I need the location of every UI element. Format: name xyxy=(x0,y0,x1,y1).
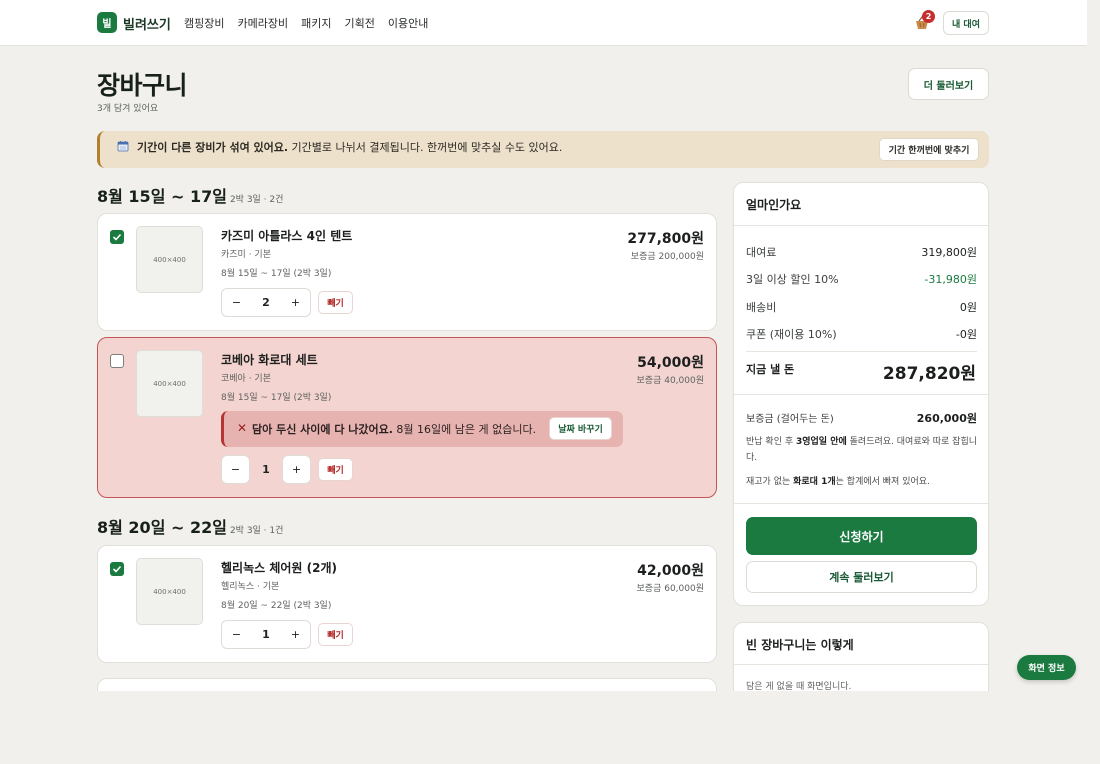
item-deposit: 보증금 40,000원 xyxy=(636,376,704,386)
item-brand: 카즈미 · 기본 xyxy=(221,250,271,260)
quantity-value: 1 xyxy=(262,463,270,476)
nav-item-camera[interactable]: 카메라장비 xyxy=(237,15,288,31)
nav-item-camping[interactable]: 캠핑장비 xyxy=(184,15,224,31)
minus-button[interactable]: − xyxy=(221,455,250,484)
stock-note: 재고가 없는 화로대 1개는 합계에서 빠져 있어요. xyxy=(746,477,930,487)
cart-item: 400×400 헬리녹스 체어원 (2개) 헬리녹스 · 기본 8월 20일 ~… xyxy=(97,545,717,663)
brand-name[interactable]: 빌려쓰기 xyxy=(123,14,171,33)
item-thumbnail[interactable]: 400×400 xyxy=(136,350,203,417)
quantity-stepper: − 2 + xyxy=(221,288,311,317)
item-name[interactable]: 헬리녹스 체어원 (2개) xyxy=(221,559,337,576)
sold-out-text: 담아 두신 사이에 다 나갔어요. 8월 16일에 남은 게 없습니다. xyxy=(252,423,537,436)
item-thumbnail[interactable]: 400×400 xyxy=(136,558,203,625)
summary-row-rental: 대여료 319,800원 xyxy=(746,246,977,259)
divider xyxy=(734,664,988,665)
close-icon: ✕ xyxy=(237,421,248,435)
item-name[interactable]: 카즈미 아틀라스 4인 텐트 xyxy=(221,227,352,244)
group-title: 8월 15일 ~ 17일 2박 3일 · 2건 xyxy=(97,187,284,206)
divider xyxy=(734,503,988,504)
empty-cart-preview: 빈 장바구니는 이렇게 담은 게 없을 때 화면입니다. xyxy=(733,622,989,691)
divider xyxy=(734,394,988,395)
sold-out-alert: ✕ 담아 두신 사이에 다 나갔어요. 8월 16일에 남은 게 없습니다. 날… xyxy=(221,411,623,447)
summary-row-shipping: 배송비 0원 xyxy=(746,301,977,314)
notice-text: 기간이 다른 장비가 섞여 있어요. 기간별로 나뉘서 결제됩니다. 한꺼번에 … xyxy=(137,141,563,154)
empty-cart-title: 빈 장바구니는 이렇게 xyxy=(746,638,854,652)
cart-item-sold-out: 400×400 코베아 화로대 세트 코베아 · 기본 8월 15일 ~ 17일… xyxy=(97,337,717,498)
quantity-stepper: − 1 + xyxy=(221,620,311,649)
remove-button[interactable]: 빼기 xyxy=(318,623,353,646)
divider xyxy=(734,225,988,226)
total-label: 지금 낼 돈 xyxy=(746,363,795,376)
change-date-button[interactable]: 날짜 바꾸기 xyxy=(549,417,612,440)
total-value: 287,820원 xyxy=(882,364,976,384)
group-title: 8월 20일 ~ 22일 2박 3일 · 1건 xyxy=(97,518,284,537)
summary-title: 얼마인가요 xyxy=(746,198,802,212)
item-brand: 헬리녹스 · 기본 xyxy=(221,582,280,592)
item-deposit: 보증금 200,000원 xyxy=(630,252,704,262)
item-price: 54,000원 xyxy=(637,355,704,371)
item-name[interactable]: 코베아 화로대 세트 xyxy=(221,351,318,368)
summary-row-coupon: 쿠폰 (재이용 10%) -0원 xyxy=(746,328,977,341)
item-deposit: 보증금 60,000원 xyxy=(636,584,704,594)
summary-row-discount: 3일 이상 할인 10% -31,980원 xyxy=(746,273,977,286)
align-periods-button[interactable]: 기간 한꺼번에 맞추기 xyxy=(879,138,979,161)
item-checkbox[interactable] xyxy=(110,562,124,576)
cart-item: 400×400 카즈미 아틀라스 4인 텐트 카즈미 · 기본 8월 15일 ~… xyxy=(97,213,717,331)
remove-button[interactable]: 빼기 xyxy=(318,291,353,314)
check-icon xyxy=(112,565,122,573)
item-dates: 8월 20일 ~ 22일 (2박 3일) xyxy=(221,601,332,611)
browse-more-button[interactable]: 더 둘러보기 xyxy=(908,68,989,100)
summary-row-deposit: 보증금 (걸어두는 돈) 260,000원 xyxy=(746,412,977,425)
divider xyxy=(746,351,977,352)
deposit-note: 반납 확인 후 3영업일 안에 돌려드려요. 대여료와 따로 잡힙니다. xyxy=(746,437,978,463)
nav-item-guide[interactable]: 이용안내 xyxy=(388,15,428,31)
page-title: 장바구니 xyxy=(97,71,188,100)
calendar-icon xyxy=(117,141,129,152)
period-mismatch-notice: 기간이 다른 장비가 섞여 있어요. 기간별로 나뉘서 결제됩니다. 한꺼번에 … xyxy=(97,131,989,168)
quantity-value: 2 xyxy=(262,296,270,309)
cart-count-badge: 2 xyxy=(922,10,935,23)
quantity-stepper: − 1 + xyxy=(221,455,311,484)
page-viewport: 빌 빌려쓰기 캠핑장비 카메라장비 패키지 기획전 이용안내 2 내 대여 장바… xyxy=(0,0,1087,691)
minus-button[interactable]: − xyxy=(222,289,251,316)
plus-button[interactable]: + xyxy=(282,455,311,484)
plus-button[interactable]: + xyxy=(281,289,310,316)
main-nav: 캠핑장비 카메라장비 패키지 기획전 이용안내 xyxy=(184,15,428,31)
item-checkbox[interactable] xyxy=(110,354,124,368)
logo-mark[interactable]: 빌 xyxy=(97,12,117,33)
check-icon xyxy=(112,233,122,241)
top-header: 빌 빌려쓰기 캠핑장비 카메라장비 패키지 기획전 이용안내 2 내 대여 xyxy=(0,0,1087,46)
cart-item-partial xyxy=(97,678,717,691)
item-price: 277,800원 xyxy=(627,231,704,247)
item-thumbnail[interactable]: 400×400 xyxy=(136,226,203,293)
item-checkbox[interactable] xyxy=(110,230,124,244)
item-price: 42,000원 xyxy=(637,563,704,579)
scrollbar[interactable] xyxy=(1087,0,1100,691)
screen-info-button[interactable]: 화면 정보 xyxy=(1017,655,1076,680)
empty-cart-desc: 담은 게 없을 때 화면입니다. xyxy=(746,682,852,691)
item-dates: 8월 15일 ~ 17일 (2박 3일) xyxy=(221,393,332,403)
remove-button[interactable]: 빼기 xyxy=(318,458,353,481)
minus-button[interactable]: − xyxy=(222,621,251,648)
nav-item-package[interactable]: 패키지 xyxy=(301,15,331,31)
nav-item-promotion[interactable]: 기획전 xyxy=(344,15,374,31)
item-dates: 8월 15일 ~ 17일 (2박 3일) xyxy=(221,269,332,279)
item-brand: 코베아 · 기본 xyxy=(221,374,271,384)
my-rental-button[interactable]: 내 대여 xyxy=(943,11,989,35)
cart-count-text: 3개 담겨 있어요 xyxy=(97,104,159,114)
order-summary: 얼마인가요 대여료 319,800원 3일 이상 할인 10% -31,980원 배… xyxy=(733,182,989,606)
plus-button[interactable]: + xyxy=(281,621,310,648)
keep-browsing-button[interactable]: 계속 둘러보기 xyxy=(746,561,977,593)
quantity-value: 1 xyxy=(262,628,270,641)
apply-button[interactable]: 신청하기 xyxy=(746,517,977,555)
